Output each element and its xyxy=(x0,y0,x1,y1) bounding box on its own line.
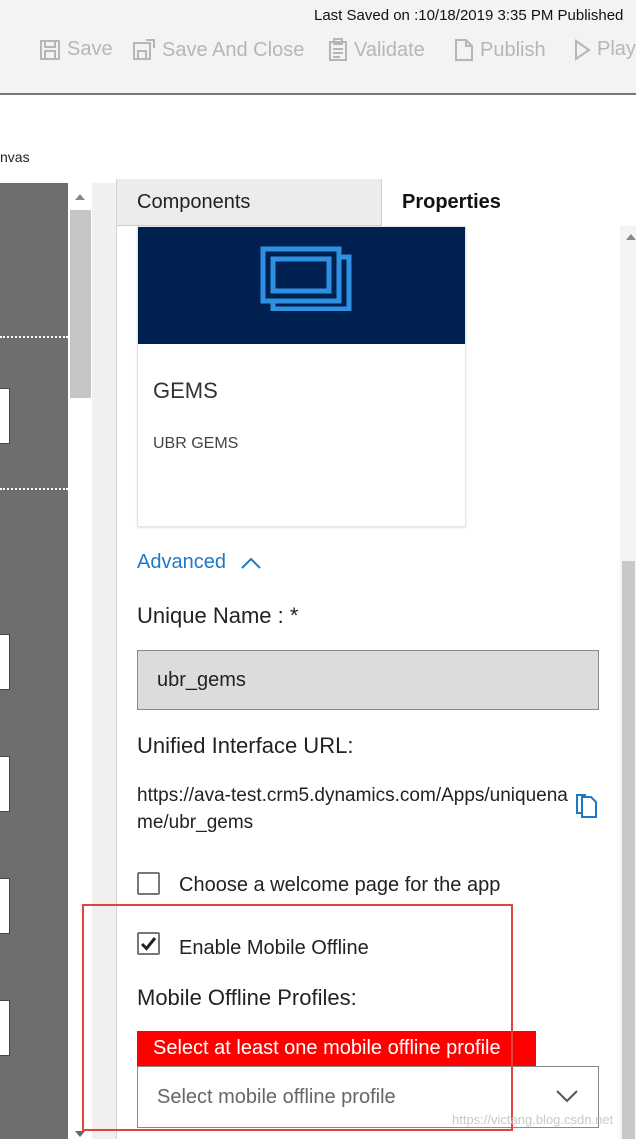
unified-url-value: https://ava-test.crm5.dynamics.com/Apps/… xyxy=(137,785,568,833)
profile-select-placeholder: Select mobile offline profile xyxy=(157,1085,396,1108)
command-bar: Last Saved on :10/18/2019 3:35 PM Publis… xyxy=(0,0,636,95)
validate-button[interactable]: Validate xyxy=(328,38,425,62)
canvas-component[interactable] xyxy=(0,756,10,812)
save-button[interactable]: Save xyxy=(39,38,113,61)
panel-gutter xyxy=(92,183,116,1139)
canvas-divider xyxy=(0,336,68,338)
mobile-offline-profiles-label: Mobile Offline Profiles: xyxy=(137,985,357,1010)
advanced-toggle[interactable]: Advanced xyxy=(137,551,262,574)
canvas-scrollbar-thumb[interactable] xyxy=(70,210,91,398)
canvas-divider xyxy=(0,488,68,490)
profile-error-message: Select at least one mobile offline profi… xyxy=(137,1031,536,1066)
breadcrumb[interactable]: nvas xyxy=(0,149,30,165)
breadcrumb-row: nvas xyxy=(0,97,636,181)
app-tile-banner xyxy=(138,227,465,344)
mobile-offline-label: Enable Mobile Offline xyxy=(179,937,369,959)
canvas-component[interactable] xyxy=(0,388,10,444)
clipboard-check-icon xyxy=(329,38,347,61)
tab-components[interactable]: Components xyxy=(117,179,381,226)
welcome-page-label: Choose a welcome page for the app xyxy=(179,874,501,896)
app-tile[interactable]: GEMS UBR GEMS xyxy=(137,226,466,527)
welcome-page-checkbox[interactable] xyxy=(137,872,160,895)
unique-name-field: ubr_gems xyxy=(137,650,599,710)
validate-label: Validate xyxy=(354,38,425,61)
save-icon xyxy=(40,39,60,60)
canvas-component[interactable] xyxy=(0,1000,10,1056)
advanced-label: Advanced xyxy=(137,551,226,573)
checkmark-icon xyxy=(140,937,157,951)
play-label: Play xyxy=(597,38,636,60)
save-label: Save xyxy=(67,38,113,60)
play-icon xyxy=(575,38,591,61)
designer-canvas[interactable] xyxy=(0,183,68,1139)
properties-panel: Components Properties GEMS UBR GEMS Adva… xyxy=(116,179,636,1139)
save-and-close-button[interactable]: Save And Close xyxy=(132,38,304,62)
scroll-up-arrow-icon[interactable] xyxy=(626,234,636,240)
chevron-up-icon xyxy=(241,557,261,569)
unified-url-label: Unified Interface URL: xyxy=(137,733,354,758)
copy-icon[interactable] xyxy=(574,793,598,819)
scroll-down-arrow-icon[interactable] xyxy=(75,1131,85,1137)
scroll-up-arrow-icon[interactable] xyxy=(75,194,85,200)
mobile-offline-checkbox[interactable] xyxy=(137,932,160,955)
play-button[interactable]: Play xyxy=(573,38,636,61)
publish-label: Publish xyxy=(480,38,546,61)
app-tile-subtitle: UBR GEMS xyxy=(153,435,239,452)
save-and-close-label: Save And Close xyxy=(162,38,305,61)
app-windows-icon xyxy=(260,246,352,311)
tab-properties[interactable]: Properties xyxy=(381,179,636,227)
watermark: https://victang.blog.csdn.net xyxy=(452,1112,614,1127)
panel-scrollbar-thumb[interactable] xyxy=(622,561,635,1139)
save-close-icon xyxy=(133,39,155,60)
publish-icon xyxy=(455,39,473,61)
canvas-component[interactable] xyxy=(0,634,10,690)
publish-button[interactable]: Publish xyxy=(452,38,546,62)
canvas-component[interactable] xyxy=(0,878,10,934)
panel-tabs: Components Properties xyxy=(117,179,636,227)
unique-name-label: Unique Name : * xyxy=(137,603,299,628)
app-tile-title: GEMS xyxy=(153,378,218,403)
chevron-down-icon[interactable] xyxy=(555,1088,579,1104)
last-saved-status: Last Saved on :10/18/2019 3:35 PM Publis… xyxy=(314,7,624,24)
